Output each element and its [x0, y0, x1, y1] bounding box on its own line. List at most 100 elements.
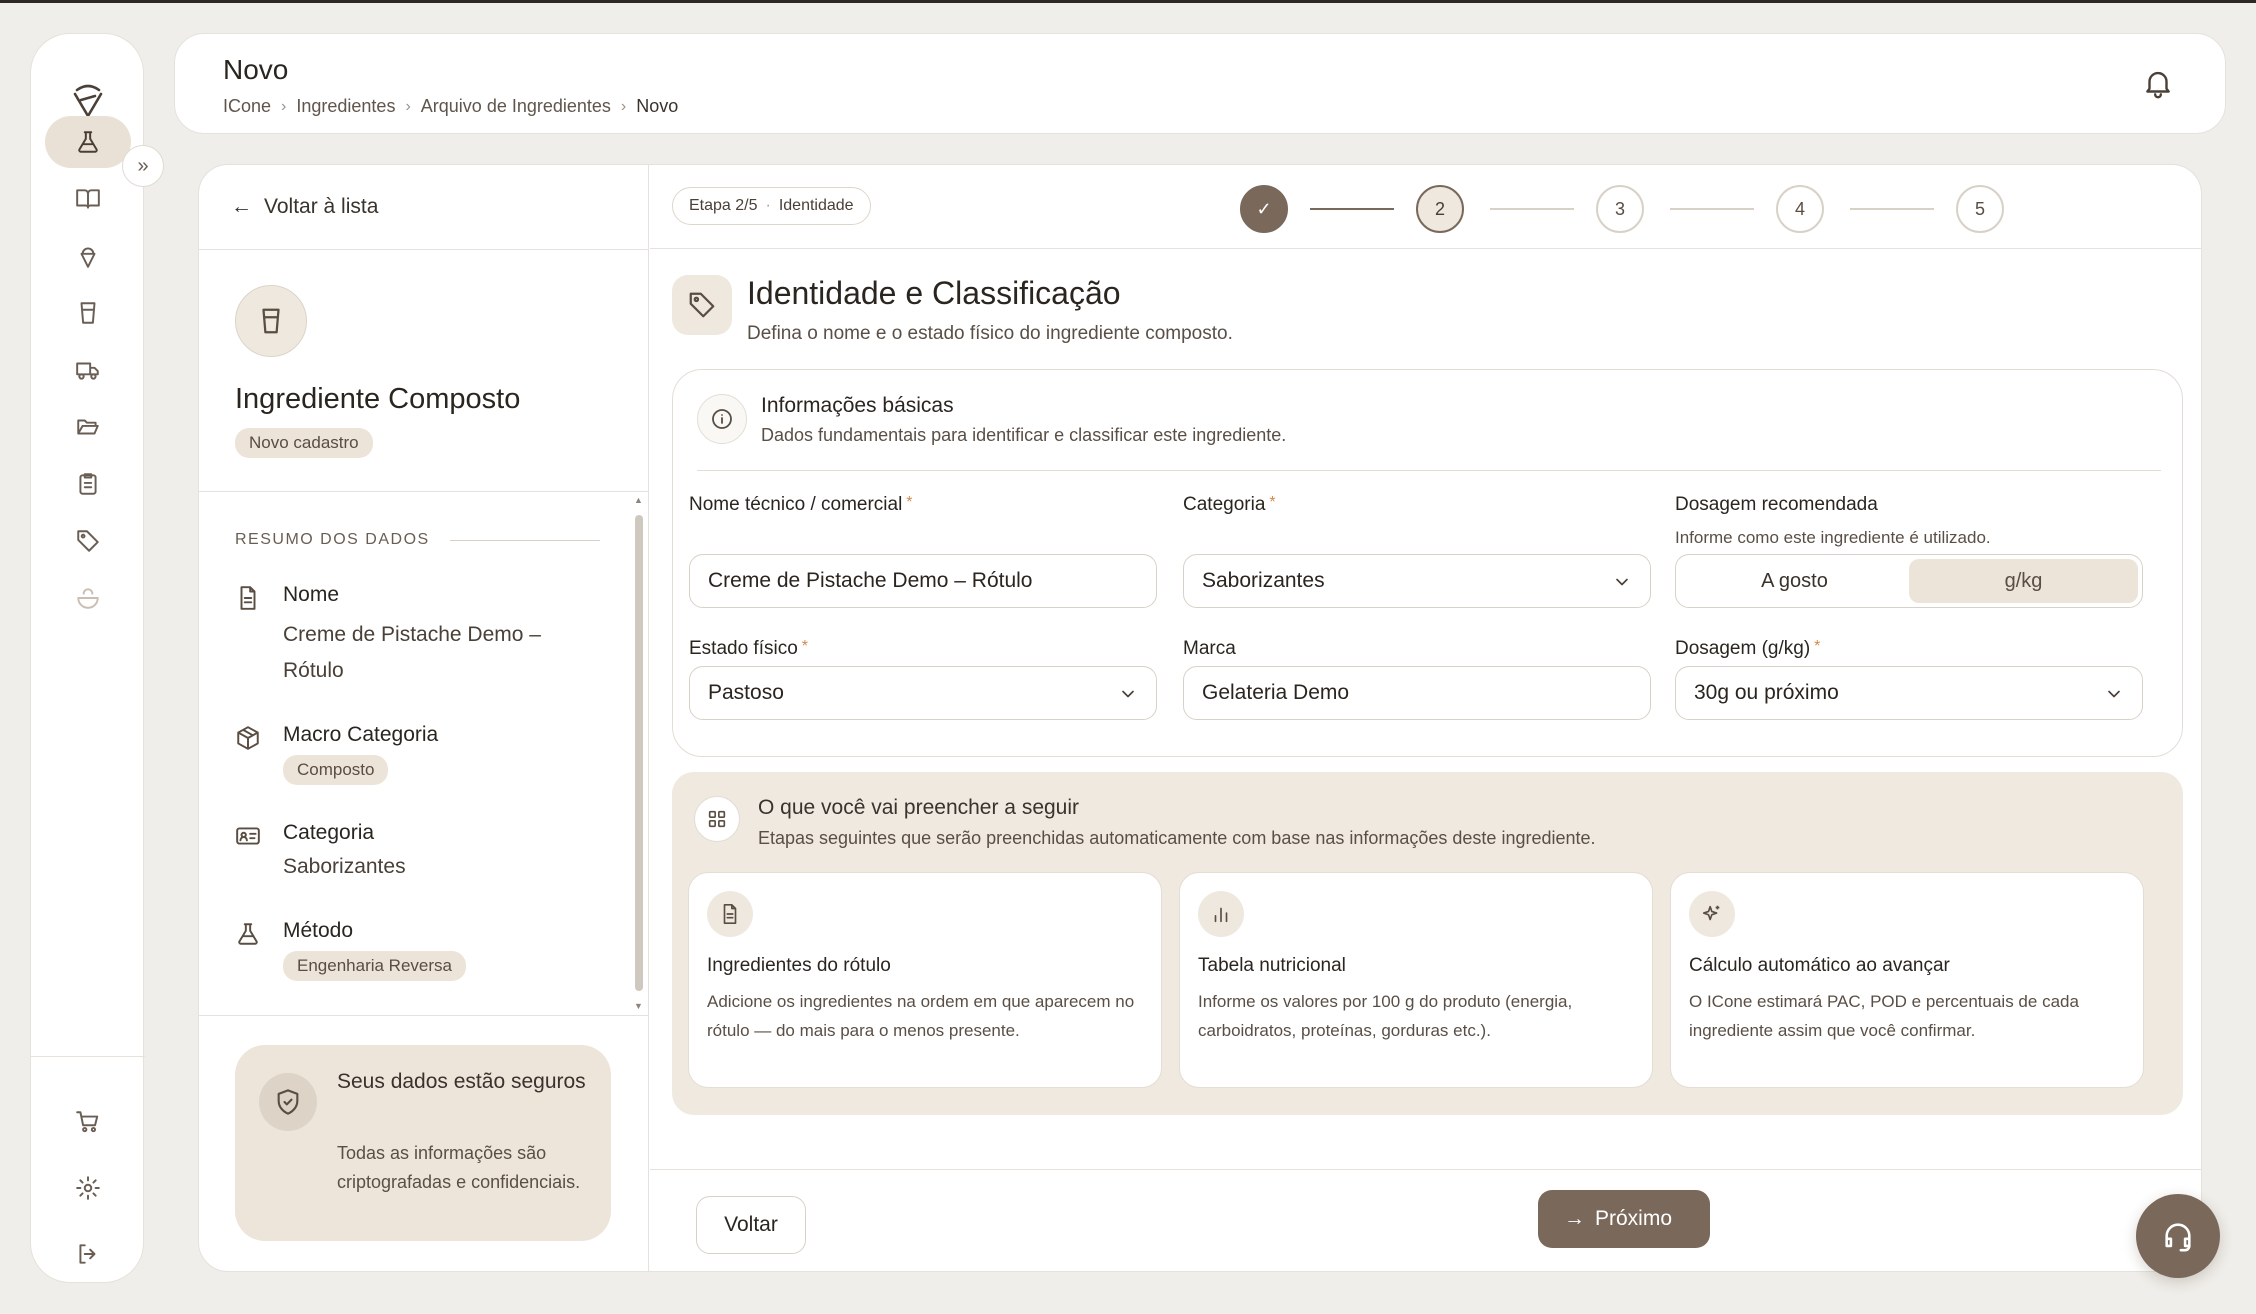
- step-3[interactable]: 3: [1596, 185, 1644, 233]
- step-5[interactable]: 5: [1956, 185, 2004, 233]
- next-step-card-desc: Adicione os ingredientes na ordem em que…: [707, 992, 1135, 1040]
- dosagem-select[interactable]: 30g ou próximo: [1675, 666, 2143, 720]
- security-title: Seus dados estão seguros: [337, 1070, 586, 1093]
- chevron-right-icon: ›: [281, 97, 287, 115]
- sparkles-icon: [1689, 891, 1735, 937]
- categoria-label-text: Categoria: [1183, 494, 1266, 515]
- sidebar-item-flask[interactable]: [45, 116, 131, 168]
- basic-info-title: Informações básicas: [761, 394, 954, 417]
- breadcrumb-item[interactable]: Arquivo de Ingredientes: [421, 96, 611, 117]
- breadcrumb-current: Novo: [636, 96, 679, 116]
- app-logo-icon[interactable]: [71, 80, 105, 120]
- sidebar-item-bowl[interactable]: [45, 572, 131, 624]
- next-step-card: Ingredientes do rótulo Adicione os ingre…: [688, 872, 1162, 1088]
- sidebar-item-truck[interactable]: [45, 344, 131, 396]
- sidebar-item-cart[interactable]: [45, 1096, 131, 1148]
- grid-icon: [694, 796, 740, 842]
- nome-field-value: Creme de Pistache Demo – Rótulo: [708, 569, 1033, 592]
- next-step-card: Tabela nutricional Informe os valores po…: [1179, 872, 1653, 1088]
- estado-field-label: Estado físico *: [689, 638, 808, 660]
- scrollbar-thumb[interactable]: [635, 515, 643, 991]
- sidebar-expand-toggle[interactable]: »: [122, 145, 164, 187]
- form-area: Etapa 2/5 · Identidade ✓ 2 3 4 5 Identid…: [650, 165, 2201, 1271]
- document-icon: [235, 585, 261, 611]
- next-step-card: Cálculo automático ao avançar O ICone es…: [1670, 872, 2144, 1088]
- breadcrumb-item[interactable]: ICone: [223, 96, 271, 117]
- step-indicator-count: Etapa 2/5: [689, 197, 758, 214]
- dosagem-option-g-kg[interactable]: g/kg: [1909, 559, 2138, 603]
- back-to-list-label: Voltar à lista: [264, 195, 379, 218]
- marca-field-value: Gelateria Demo: [1202, 681, 1350, 704]
- dosagem-recomendada-label: Dosagem recomendada: [1675, 494, 1878, 515]
- summary-macro-categoria: Macro Categoria Composto: [235, 723, 438, 785]
- step-connector: [1490, 208, 1574, 210]
- next-step-card-desc: Informe os valores por 100 g do produto …: [1198, 992, 1573, 1040]
- estado-select-value: Pastoso: [708, 681, 784, 704]
- required-mark: *: [1814, 638, 1821, 655]
- summary-categoria-label: Categoria: [283, 821, 375, 844]
- categoria-select[interactable]: Saborizantes: [1183, 554, 1651, 608]
- check-icon: ✓: [1256, 198, 1272, 219]
- sidebar-item-settings[interactable]: [45, 1162, 131, 1214]
- truck-icon: [76, 362, 99, 380]
- dosagem-select-value: 30g ou próximo: [1694, 681, 1839, 704]
- page-title: Novo: [223, 54, 289, 85]
- form-footer: Voltar: [650, 1169, 2201, 1271]
- box-icon: [235, 725, 261, 751]
- next-step-card-desc: O ICone estimará PAC, POD e percentuais …: [1689, 992, 2079, 1040]
- back-button[interactable]: Voltar: [696, 1196, 806, 1254]
- main-card: ← Voltar à lista Ingrediente Composto No…: [198, 164, 2202, 1272]
- sidebar-item-logout[interactable]: [45, 1228, 131, 1280]
- shield-check-icon: [259, 1073, 317, 1131]
- sidebar-item-tag[interactable]: [45, 515, 131, 567]
- summary-heading-label: RESUMO DOS DADOS: [235, 531, 430, 548]
- scroll-down-icon[interactable]: ▼: [634, 1001, 643, 1011]
- summary-scrollbar[interactable]: ▲ ▼: [634, 495, 643, 1015]
- sidebar-item-ice-cream[interactable]: [45, 230, 131, 282]
- scroll-up-icon[interactable]: ▲: [634, 495, 643, 505]
- summary-heading: RESUMO DOS DADOS: [235, 531, 600, 549]
- estado-fisico-select[interactable]: Pastoso: [689, 666, 1157, 720]
- sidebar-item-folder[interactable]: [45, 401, 131, 453]
- summary-macro-value: Composto: [283, 755, 389, 785]
- next-button[interactable]: → Próximo: [1538, 1190, 1710, 1248]
- divider: [199, 249, 649, 250]
- breadcrumb-item[interactable]: Ingredientes: [296, 96, 395, 117]
- dosagem-recomendada-help: Informe como este ingrediente é utilizad…: [1675, 528, 1991, 547]
- back-to-list-link[interactable]: ← Voltar à lista: [231, 195, 378, 219]
- summary-categoria: Categoria Saborizantes: [235, 821, 583, 885]
- page-header: Novo ICone › Ingredientes › Arquivo de I…: [174, 33, 2226, 134]
- notifications-bell-icon[interactable]: [2141, 66, 2175, 100]
- step-indicator-name: Identidade: [778, 197, 854, 214]
- clipboard-icon: [79, 473, 97, 495]
- sidebar-item-cup[interactable]: [45, 287, 131, 339]
- ingredient-type-title: Ingrediente Composto: [235, 383, 521, 415]
- stepper: Etapa 2/5 · Identidade ✓ 2 3 4 5: [650, 165, 2201, 249]
- next-steps-title: O que você vai preencher a seguir: [758, 796, 1080, 819]
- headset-icon: [2165, 1223, 2191, 1252]
- gear-icon: [76, 1176, 100, 1200]
- ingredient-summary-panel: ← Voltar à lista Ingrediente Composto No…: [199, 165, 649, 1271]
- sidebar-item-clipboard[interactable]: [45, 458, 131, 510]
- categoria-field-label: Categoria *: [1183, 494, 1276, 516]
- step-1-done[interactable]: ✓: [1240, 185, 1288, 233]
- section-subtitle: Defina o nome e o estado físico do ingre…: [747, 323, 1233, 344]
- chevron-down-icon: [2108, 690, 2120, 698]
- nome-field[interactable]: Creme de Pistache Demo – Rótulo: [689, 554, 1157, 608]
- marca-field[interactable]: Gelateria Demo: [1183, 666, 1651, 720]
- step-2-current[interactable]: 2: [1416, 185, 1464, 233]
- nome-label-text: Nome técnico / comercial: [689, 494, 903, 515]
- support-headset-button[interactable]: [2136, 1194, 2220, 1278]
- breadcrumb: ICone › Ingredientes › Arquivo de Ingred…: [223, 96, 678, 117]
- sidebar-item-book[interactable]: [45, 173, 131, 225]
- step-number: 2: [1434, 198, 1445, 219]
- step-indicator-tag: Etapa 2/5 · Identidade: [672, 187, 871, 225]
- summary-metodo: Método Engenharia Reversa: [235, 919, 466, 981]
- next-step-card-title: Tabela nutricional: [1198, 955, 1346, 976]
- step-4[interactable]: 4: [1776, 185, 1824, 233]
- dosagem-option-a-gosto[interactable]: A gosto: [1680, 559, 1909, 603]
- data-security-notice: Seus dados estão seguros Todas as inform…: [235, 1045, 611, 1241]
- folder-open-icon: [77, 419, 99, 435]
- ingredient-cup-icon: [235, 285, 307, 357]
- arrow-left-icon: ←: [231, 195, 252, 218]
